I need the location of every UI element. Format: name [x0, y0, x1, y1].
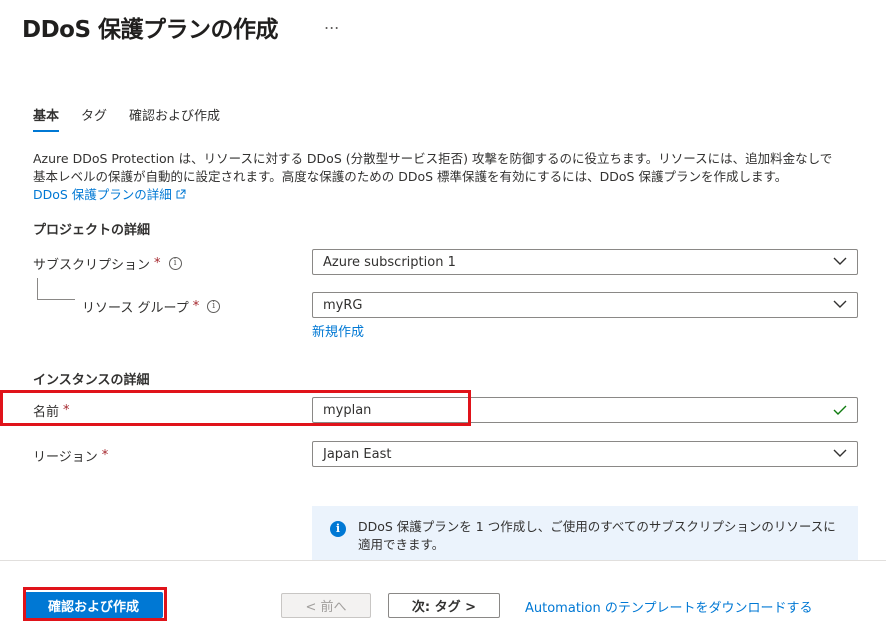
external-link-icon — [176, 189, 186, 199]
required-marker: * — [192, 299, 200, 314]
info-message: i DDoS 保護プランを 1 つ作成し、ご使用のすべてのサブスクリプションのリ… — [312, 506, 858, 560]
description-line-2: 基本レベルの保護が自動的に設定されます。高度な保護のための DDoS 標準保護を… — [33, 169, 788, 184]
instance-details-heading: インスタンスの詳細 — [33, 373, 150, 388]
info-circle-icon: i — [330, 521, 346, 537]
region-label: リージョン * — [33, 446, 108, 465]
info-message-text: DDoS 保護プランを 1 つ作成し、ご使用のすべてのサブスクリプションのリソー… — [358, 519, 836, 552]
review-create-button[interactable]: 確認および作成 — [24, 592, 163, 618]
next-tags-button[interactable]: 次: タグ > — [388, 593, 500, 618]
info-icon[interactable]: i — [207, 300, 221, 313]
region-label-text: リージョン — [33, 450, 98, 465]
create-new-link[interactable]: 新規作成 — [312, 321, 364, 340]
tree-connector — [37, 278, 75, 300]
chevron-down-icon — [833, 257, 847, 265]
more-options-button[interactable]: ... — [324, 14, 339, 33]
footer-divider — [0, 560, 886, 561]
required-marker: * — [63, 403, 70, 418]
tab-basics[interactable]: 基本 — [33, 105, 60, 132]
subscription-label: サブスクリプション * i — [33, 254, 182, 273]
chevron-down-icon — [833, 449, 847, 457]
subscription-label-text: サブスクリプション — [33, 258, 151, 273]
checkmark-icon — [833, 405, 847, 415]
info-icon[interactable]: i — [168, 257, 182, 270]
name-label: 名前 * — [33, 401, 70, 420]
region-dropdown[interactable]: Japan East — [312, 441, 858, 467]
region-value: Japan East — [323, 446, 392, 462]
page-title: DDoS 保護プランの作成 — [22, 17, 279, 43]
previous-button[interactable]: < 前へ — [281, 593, 371, 618]
tab-bar: 基本 タグ 確認および作成 — [33, 105, 242, 132]
chevron-down-icon — [833, 300, 847, 308]
resource-group-value: myRG — [323, 297, 363, 313]
resource-group-label-text: リソース グループ — [82, 301, 189, 316]
name-value: myplan — [323, 402, 372, 418]
description: Azure DDoS Protection は、リソースに対する DDoS (分… — [33, 150, 863, 204]
resource-group-dropdown[interactable]: myRG — [312, 292, 858, 318]
required-marker: * — [154, 256, 161, 271]
name-input[interactable]: myplan — [312, 397, 858, 423]
tab-tags[interactable]: タグ — [81, 105, 107, 132]
description-line-1: Azure DDoS Protection は、リソースに対する DDoS (分… — [33, 151, 833, 166]
download-template-link[interactable]: Automation のテンプレートをダウンロードする — [525, 597, 812, 616]
required-marker: * — [101, 448, 109, 463]
learn-more-link[interactable]: DDoS 保護プランの詳細 — [33, 187, 172, 202]
resource-group-label: リソース グループ * i — [82, 297, 221, 316]
name-label-text: 名前 — [33, 405, 60, 420]
subscription-value: Azure subscription 1 — [323, 254, 456, 270]
project-details-heading: プロジェクトの詳細 — [33, 223, 151, 238]
subscription-dropdown[interactable]: Azure subscription 1 — [312, 249, 858, 275]
tab-review-create[interactable]: 確認および作成 — [129, 105, 220, 132]
